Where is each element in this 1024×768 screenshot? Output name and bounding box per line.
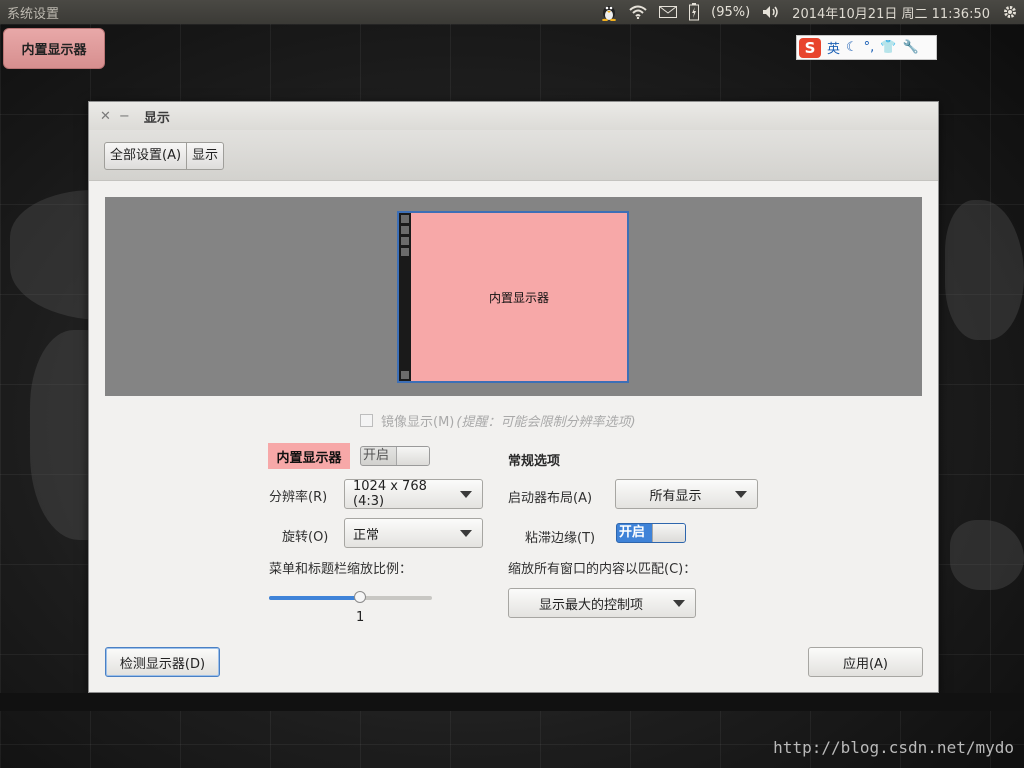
display-power-switch[interactable]: 开启: [360, 446, 430, 466]
scale-slider-fill: [269, 596, 361, 600]
skin-icon[interactable]: 👕: [880, 40, 896, 55]
scale-slider-knob[interactable]: [354, 591, 367, 603]
launcher-preview-item: [401, 226, 409, 234]
monitor-screen[interactable]: 内置显示器: [411, 213, 627, 381]
scale-value: 1: [356, 610, 365, 625]
detect-displays-button[interactable]: 检测显示器(D): [105, 647, 220, 677]
window-toolbar: 全部设置(A) 显示: [89, 130, 938, 181]
wrench-icon[interactable]: 🔧: [903, 40, 919, 55]
window-titlebar[interactable]: ✕ − 显示: [89, 102, 938, 130]
chevron-down-icon: [673, 599, 685, 607]
rotation-label: 旋转(O): [282, 530, 329, 545]
launcher-layout-select[interactable]: 所有显示: [615, 479, 758, 509]
ime-mode-toggle[interactable]: 英: [827, 38, 840, 57]
scale-label: 菜单和标题栏缩放比例：: [269, 562, 413, 577]
general-options-heading: 常规选项: [508, 454, 561, 469]
gear-icon[interactable]: [1002, 0, 1018, 24]
switch-knob[interactable]: [652, 524, 685, 542]
breadcrumb-all-settings[interactable]: 全部设置(A): [105, 143, 186, 169]
window-title: 显示: [143, 110, 170, 126]
switch-label: 开启: [363, 448, 390, 463]
monitor-label: 内置显示器: [488, 290, 549, 305]
close-icon[interactable]: ✕: [100, 109, 111, 124]
switch-knob[interactable]: [396, 447, 429, 465]
display-arrangement-area: 内置显示器: [105, 197, 922, 396]
resolution-select[interactable]: 1024 x 768 (4:3): [344, 479, 483, 509]
volume-icon[interactable]: [762, 0, 780, 24]
panel-indicators: (95%) 2014年10月21日 周二 11:36:50: [595, 0, 1024, 24]
chevron-down-icon: [460, 490, 472, 498]
launcher-preview-strip: [399, 213, 411, 381]
scale-windows-label: 缩放所有窗口的内容以匹配(C)：: [508, 562, 697, 577]
scale-windows-value: 显示最大的控制项: [538, 597, 643, 613]
desktop-bottom-strip: [0, 693, 1024, 711]
mail-icon[interactable]: [659, 0, 678, 24]
punctuation-icon[interactable]: °,: [864, 40, 875, 55]
scale-slider[interactable]: [269, 591, 432, 603]
chevron-down-icon: [460, 529, 472, 537]
launcher-preview-item: [401, 215, 409, 223]
sticky-edges-label: 粘滞边缘(T): [525, 531, 596, 546]
sticky-edges-switch[interactable]: 开启: [616, 523, 686, 543]
switch-label: 开启: [619, 525, 646, 540]
sogou-logo-icon[interactable]: S: [799, 37, 821, 58]
launcher-layout-label: 启动器布局(A): [508, 491, 593, 506]
chevron-down-icon: [735, 490, 747, 498]
launcher-preview-item: [401, 237, 409, 245]
launcher-preview-item: [401, 371, 409, 379]
mirror-label: 镜像显示(M): [381, 414, 455, 430]
top-panel: 系统设置 (95%) 2014年10月21日 周二 11:36:50: [0, 0, 1024, 24]
display-content: 内置显示器 镜像显示(M) (提醒：可能会限制分辨率选项) 内置显示器 开启 分…: [89, 181, 938, 692]
minimize-icon[interactable]: −: [119, 109, 130, 124]
ime-toolbar[interactable]: S 英 ☾ °, 👕 🔧: [796, 35, 937, 60]
mirror-checkbox: [360, 413, 373, 427]
rotation-select[interactable]: 正常: [344, 518, 483, 548]
rotation-value: 正常: [353, 527, 380, 543]
resolution-label: 分辨率(R): [269, 490, 328, 505]
breadcrumb-display[interactable]: 显示: [186, 143, 223, 169]
resolution-value: 1024 x 768 (4:3): [353, 479, 427, 509]
launcher-preview-item: [401, 248, 409, 256]
battery-icon[interactable]: [689, 0, 700, 24]
panel-clock[interactable]: 2014年10月21日 周二 11:36:50: [792, 3, 990, 22]
display-settings-window: ✕ − 显示 全部设置(A) 显示 内置显示器 镜像显示(M) (提醒：可能会限…: [88, 101, 939, 693]
display-name-label: 内置显示器: [268, 443, 350, 469]
launcher-display-label[interactable]: 内置显示器: [3, 28, 105, 69]
panel-app-title: 系统设置: [7, 6, 60, 22]
launcher-layout-value: 所有显示: [649, 488, 702, 504]
mirror-displays-row: 镜像显示(M) (提醒：可能会限制分辨率选项): [360, 411, 636, 430]
scale-windows-select[interactable]: 显示最大的控制项: [508, 588, 696, 618]
battery-percent[interactable]: (95%): [711, 0, 750, 24]
mirror-note: (提醒：可能会限制分辨率选项): [456, 414, 636, 430]
breadcrumb: 全部设置(A) 显示: [104, 142, 225, 170]
wifi-icon[interactable]: [629, 0, 647, 24]
watermark: http://blog.csdn.net/mydo: [773, 738, 1014, 757]
apply-button[interactable]: 应用(A): [808, 647, 923, 677]
monitor-preview[interactable]: 内置显示器: [397, 211, 629, 383]
moon-icon[interactable]: ☾: [846, 40, 858, 55]
tux-icon[interactable]: [601, 0, 617, 24]
